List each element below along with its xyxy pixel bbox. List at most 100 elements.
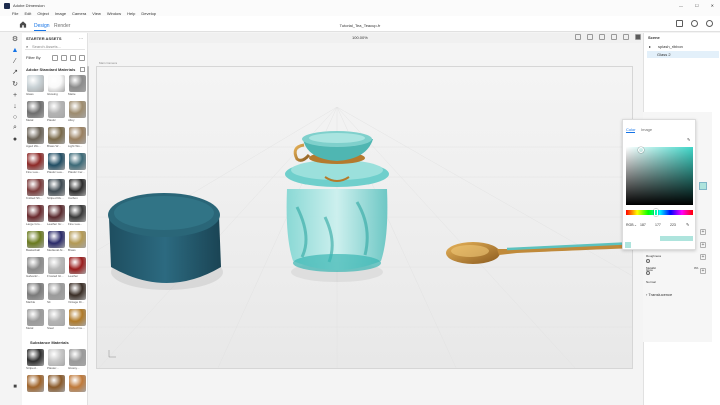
render-preview-icon[interactable] [587,34,593,40]
filter-label[interactable]: Filter By [26,55,41,60]
picker-eyedropper-icon[interactable]: ✎ [686,222,689,227]
filter-model-icon[interactable] [52,55,58,61]
material-swatch[interactable]: Brass W... [47,127,67,149]
material-swatch[interactable]: Light Wo... [68,127,88,149]
eyedropper-icon[interactable]: ✎ [687,137,690,142]
scene-header[interactable]: Scene [648,35,660,40]
material-swatch[interactable]: Vintage Di... [68,283,88,305]
previous-color-swatch[interactable] [625,242,631,248]
scene-canvas[interactable] [97,67,633,369]
hue-handle[interactable] [654,209,658,216]
search-field[interactable]: ⌕ Search Assets... [25,43,85,50]
material-swatch[interactable]: Plastic [47,101,67,123]
material-swatch[interactable]: Carbon [68,179,88,201]
material-swatch[interactable]: Marble [26,283,46,305]
teal-box-object[interactable] [108,193,223,290]
substance-materials-header[interactable]: Substance Materials [30,340,69,345]
scale-tool-icon[interactable]: + [11,91,19,99]
picker-tab-image[interactable]: Image [641,127,652,132]
maximize-icon[interactable]: ☐ [695,3,699,8]
material-swatch[interactable]: Large Gro... [26,205,46,227]
add-texture-icon[interactable]: + [700,229,706,235]
3d-viewport[interactable] [96,66,633,369]
standard-materials-header[interactable]: Adobe Standard Materials [26,67,75,72]
material-swatch[interactable]: Glass [26,75,46,97]
material-swatch[interactable]: Plastic Lea... [47,153,67,175]
green-value[interactable]: 177 [655,223,661,228]
grid-icon[interactable] [611,34,617,40]
move-tool-icon[interactable]: ↗ [11,68,19,76]
orbit-icon[interactable]: ○ [11,113,19,121]
minimize-icon[interactable]: — [679,3,683,8]
sv-handle[interactable] [638,147,644,153]
material-swatch[interactable]: Plastic Cer... [68,153,88,175]
info-icon[interactable]: ■ [11,383,19,391]
magic-wand-icon[interactable]: ⁄ [11,57,19,65]
camera-bookmark-icon[interactable] [575,34,581,40]
material-swatch[interactable]: Steel [47,309,67,331]
material-swatch[interactable]: Striped... [26,349,46,371]
filter-light-icon[interactable] [70,55,76,61]
hue-slider[interactable] [626,210,693,215]
material-swatch[interactable]: Knitted Sh... [26,179,46,201]
more-options-icon[interactable]: ··· [79,36,83,41]
saturation-value-field[interactable] [626,147,693,205]
scene-row-glass-2[interactable]: Glass 2 [647,51,719,58]
zoom-level[interactable]: 100.00% [352,35,368,40]
material-swatch[interactable]: Aged Wo... [26,127,46,149]
material-swatch[interactable]: Metal [26,101,46,123]
material-swatch[interactable]: Metal [26,309,46,331]
blue-value[interactable]: 223 [670,223,676,228]
user-icon[interactable] [706,20,713,27]
material-swatch[interactable]: Medieval Al... [47,231,67,253]
window-controls[interactable]: — ☐ ✕ [679,3,714,8]
rotate-tool-icon[interactable]: ↻ [11,80,19,88]
base-color-swatch[interactable] [699,182,707,190]
drop-to-ground-icon[interactable]: ↓ [11,102,19,110]
scene-row-splash-ribbon[interactable]: ▸ splash_ribbon [649,44,719,50]
glow-knob[interactable] [646,271,650,275]
material-swatch[interactable]: Galvaniz... [26,257,46,279]
add-texture-icon[interactable]: + [700,268,706,274]
red-value[interactable]: 187 [640,223,646,228]
filter-image-icon[interactable] [79,55,85,61]
material-swatch[interactable]: Leather [68,257,88,279]
material-swatch[interactable]: Leather Gr... [47,205,67,227]
material-swatch[interactable]: Sit [47,283,67,305]
section-grid-icon[interactable] [80,67,85,72]
material-swatch[interactable]: Glowing [47,75,67,97]
zoom-icon[interactable]: ⌕ [11,124,19,132]
panel-toggle-icon[interactable] [635,34,641,40]
material-swatch[interactable]: Alloy [68,101,88,123]
help-icon[interactable] [691,20,698,27]
snap-icon[interactable] [599,34,605,40]
settings-icon[interactable]: ⚙ [11,35,19,43]
assets-scrollbar[interactable] [87,66,89,136]
teacup-object[interactable] [293,131,373,164]
material-swatch[interactable]: Glossy... [68,349,88,371]
material-swatch[interactable]: Plaster... [47,349,67,371]
add-texture-icon[interactable]: + [700,254,706,260]
share-icon[interactable] [676,20,683,27]
add-texture-icon[interactable]: + [700,242,706,248]
sample-icon[interactable]: ● [11,135,19,143]
filter-material-icon[interactable] [61,55,67,61]
color-mode-select[interactable]: RGB [626,223,634,228]
material-swatch[interactable]: Frosted Gl... [47,257,67,279]
material-swatch[interactable]: Brass [68,231,88,253]
select-tool-icon[interactable]: ▲ [11,46,19,54]
material-swatch[interactable] [47,375,67,397]
material-swatch[interactable]: Matte [68,75,88,97]
material-swatch[interactable]: Fine Lea... [26,153,46,175]
prop-glow-value[interactable]: 0% [694,266,698,271]
material-swatch[interactable]: Basketball [26,231,46,253]
material-swatch[interactable] [26,375,46,397]
camera-icon[interactable] [623,34,629,40]
roughness-knob[interactable] [646,259,650,263]
glass-jar-object[interactable] [285,160,389,282]
translucence-section[interactable]: › Translucence [646,292,672,297]
material-swatch[interactable]: Glazed Ce... [68,309,88,331]
material-swatch[interactable]: Fine Lea... [68,205,88,227]
material-swatch[interactable] [68,375,88,397]
close-icon[interactable]: ✕ [711,3,714,8]
